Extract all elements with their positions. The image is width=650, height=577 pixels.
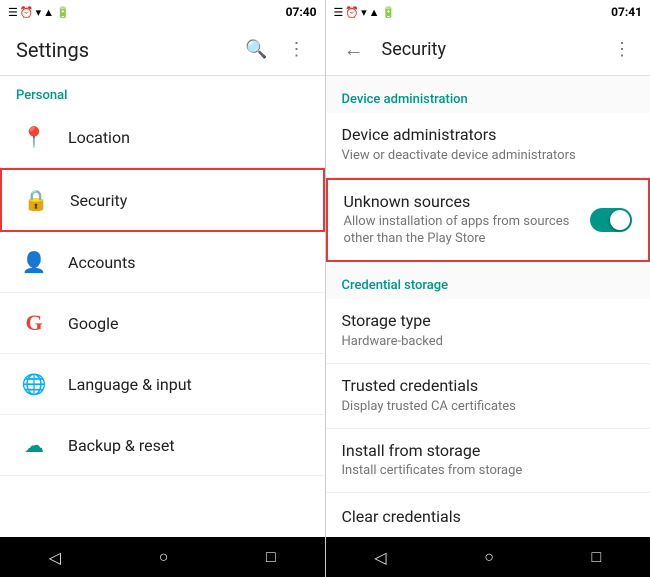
security-item[interactable]: 🔒 Security: [0, 168, 325, 232]
storage-type-text: Storage type Hardware-backed: [342, 311, 635, 351]
device-administrators-text: Device administrators View or deactivate…: [342, 125, 635, 165]
trusted-credentials-item[interactable]: Trusted credentials Display trusted CA c…: [326, 364, 650, 429]
right-clock-icon: ⏰: [345, 6, 359, 19]
left-status-icons: ☰ ⏰ ▾ ▲ 🔋: [8, 6, 70, 19]
recents-nav-btn[interactable]: □: [250, 539, 292, 575]
install-from-storage-text: Install from storage Install certificate…: [342, 441, 635, 481]
left-status-bar: ☰ ⏰ ▾ ▲ 🔋 07:40: [0, 0, 325, 24]
backup-item[interactable]: ☁ Backup & reset: [0, 415, 325, 476]
right-alarm-icon: ☰: [334, 6, 344, 19]
install-from-storage-item[interactable]: Install from storage Install certificate…: [326, 429, 650, 494]
google-item[interactable]: G Google: [0, 293, 325, 354]
storage-type-item[interactable]: Storage type Hardware-backed: [326, 299, 650, 364]
clear-credentials-text: Clear credentials: [342, 507, 635, 530]
location-item[interactable]: 📍 Location: [0, 107, 325, 168]
install-from-storage-subtitle: Install certificates from storage: [342, 463, 635, 480]
security-label: Security: [70, 191, 127, 210]
back-nav-btn[interactable]: ◁: [33, 540, 77, 575]
settings-list: Personal 📍 Location 🔒 Security 👤 Account…: [0, 76, 325, 537]
accounts-item[interactable]: 👤 Accounts: [0, 232, 325, 293]
clear-credentials-title: Clear credentials: [342, 507, 635, 528]
backup-icon: ☁: [16, 427, 52, 463]
right-home-nav-btn[interactable]: ○: [468, 539, 510, 575]
left-nav-bar: ◁ ○ □: [0, 537, 325, 577]
accounts-icon: 👤: [16, 244, 52, 280]
unknown-sources-toggle[interactable]: [590, 208, 632, 232]
right-panel: ☰ ⏰ ▾ ▲ 🔋 07:41 ← Security ⋮ Device admi…: [326, 0, 650, 577]
clock-icon: ⏰: [20, 6, 34, 19]
security-icon: 🔒: [18, 182, 54, 218]
device-administrators-item[interactable]: Device administrators View or deactivate…: [326, 113, 650, 178]
search-icon[interactable]: 🔍: [237, 30, 277, 70]
device-admin-section-header: Device administration: [326, 76, 650, 113]
right-status-bar: ☰ ⏰ ▾ ▲ 🔋 07:41: [326, 0, 650, 24]
right-nav-bar: ◁ ○ □: [326, 537, 650, 577]
right-time: 07:41: [611, 5, 642, 19]
more-options-icon[interactable]: ⋮: [277, 30, 317, 70]
security-page-title: Security: [374, 39, 603, 60]
device-administrators-subtitle: View or deactivate device administrators: [342, 148, 635, 165]
unknown-sources-text: Unknown sources Allow installation of ap…: [344, 192, 583, 249]
trusted-credentials-title: Trusted credentials: [342, 376, 635, 397]
signal-icon: ▾: [36, 6, 42, 19]
location-label: Location: [68, 128, 130, 147]
home-nav-btn[interactable]: ○: [143, 539, 185, 575]
left-toolbar: Settings 🔍 ⋮: [0, 24, 325, 76]
unknown-sources-toggle-container: [590, 208, 632, 232]
trusted-credentials-text: Trusted credentials Display trusted CA c…: [342, 376, 635, 416]
settings-title: Settings: [8, 38, 237, 62]
back-button[interactable]: ←: [334, 30, 374, 70]
right-more-options-icon[interactable]: ⋮: [602, 30, 642, 70]
left-time: 07:40: [286, 5, 317, 19]
google-label: Google: [68, 314, 119, 333]
unknown-sources-item[interactable]: Unknown sources Allow installation of ap…: [326, 178, 650, 263]
clear-credentials-item[interactable]: Clear credentials: [326, 493, 650, 537]
personal-section-header: Personal: [0, 76, 325, 107]
location-icon: 📍: [16, 119, 52, 155]
backup-label: Backup & reset: [68, 436, 175, 455]
right-wifi-icon: ▲: [369, 6, 380, 19]
accounts-label: Accounts: [68, 253, 135, 272]
security-list: Device administration Device administrat…: [326, 76, 650, 537]
toggle-knob: [610, 210, 630, 230]
language-item[interactable]: 🌐 Language & input: [0, 354, 325, 415]
right-toolbar: ← Security ⋮: [326, 24, 650, 76]
battery-icon: 🔋: [56, 6, 70, 19]
device-administrators-title: Device administrators: [342, 125, 635, 146]
right-signal-icon: ▾: [361, 6, 367, 19]
language-label: Language & input: [68, 375, 192, 394]
google-icon: G: [16, 305, 52, 341]
left-panel: ☰ ⏰ ▾ ▲ 🔋 07:40 Settings 🔍 ⋮ Personal 📍 …: [0, 0, 325, 577]
trusted-credentials-subtitle: Display trusted CA certificates: [342, 399, 635, 416]
unknown-sources-title: Unknown sources: [344, 192, 583, 213]
wifi-icon: ▲: [43, 6, 54, 19]
right-back-nav-btn[interactable]: ◁: [358, 540, 402, 575]
right-recents-nav-btn[interactable]: □: [576, 539, 618, 575]
alarm-icon: ☰: [8, 6, 18, 19]
credential-storage-section-header: Credential storage: [326, 262, 650, 299]
storage-type-subtitle: Hardware-backed: [342, 334, 635, 351]
install-from-storage-title: Install from storage: [342, 441, 635, 462]
language-icon: 🌐: [16, 366, 52, 402]
unknown-sources-subtitle: Allow installation of apps from sources …: [344, 214, 583, 248]
right-status-icons: ☰ ⏰ ▾ ▲ 🔋: [334, 6, 396, 19]
storage-type-title: Storage type: [342, 311, 635, 332]
right-battery-icon: 🔋: [382, 6, 396, 19]
